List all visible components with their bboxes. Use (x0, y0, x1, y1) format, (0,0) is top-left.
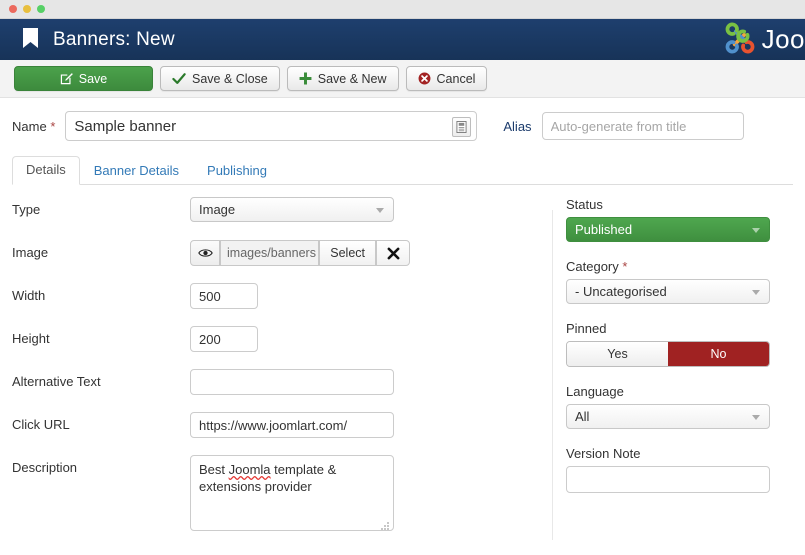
chevron-down-icon (376, 208, 384, 213)
category-required-marker: * (622, 259, 627, 274)
tab-publishing[interactable]: Publishing (193, 157, 281, 185)
chevron-down-icon (752, 228, 760, 233)
sidebar-group-version-note: Version Note (566, 446, 781, 493)
app-header: Banners: New Joo (0, 19, 805, 60)
save-and-new-button[interactable]: Save & New (287, 66, 399, 91)
image-field-group: images/banners Select (190, 240, 410, 266)
close-x-icon[interactable] (376, 240, 410, 266)
name-input[interactable] (65, 111, 477, 141)
toolbar: Save Save & Close Save & New Cancel (0, 60, 805, 98)
page-title: Banners: New (53, 29, 175, 51)
field-row-alt-text: Alternative Text (12, 369, 566, 412)
chevron-down-icon (752, 290, 760, 295)
article-icon[interactable] (452, 117, 471, 137)
save-button[interactable]: Save (14, 66, 153, 91)
field-row-type: Type Image (12, 197, 566, 240)
language-select[interactable]: All (566, 404, 770, 429)
name-label-text: Name (12, 119, 47, 134)
name-row: Name * Alias (0, 98, 805, 141)
type-label: Type (12, 197, 190, 217)
tab-bar: Details Banner Details Publishing (12, 156, 793, 185)
click-url-input[interactable] (190, 412, 394, 438)
plus-icon (299, 72, 312, 85)
description-textarea[interactable]: Best Joomla template & extensions provid… (190, 455, 394, 531)
alias-input[interactable] (542, 112, 744, 140)
width-input[interactable] (190, 283, 258, 309)
window-close-button[interactable] (9, 5, 17, 13)
category-label-text: Category (566, 259, 619, 274)
description-text-post: template & (271, 462, 337, 477)
description-label: Description (12, 455, 190, 475)
alt-text-label: Alternative Text (12, 369, 190, 389)
chevron-down-icon (752, 415, 760, 420)
field-row-click-url: Click URL (12, 412, 566, 455)
sidebar-group-category: Category * - Uncategorised (566, 259, 781, 304)
alias-label: Alias (503, 119, 531, 134)
details-form: Type Image Image images/ba (12, 197, 566, 531)
version-note-input[interactable] (566, 466, 770, 493)
pinned-yes-option[interactable]: Yes (567, 342, 668, 366)
edit-pencil-icon (60, 72, 73, 85)
window-minimize-button[interactable] (23, 5, 31, 13)
height-input[interactable] (190, 326, 258, 352)
eye-icon[interactable] (190, 240, 220, 266)
sidebar-group-pinned: Pinned Yes No (566, 321, 781, 367)
image-path-value[interactable]: images/banners (220, 240, 319, 266)
pinned-label: Pinned (566, 321, 781, 336)
height-label: Height (12, 326, 190, 346)
sidebar-group-status: Status Published (566, 197, 781, 242)
sidebar-panel: Status Published Category * - Uncategori… (566, 197, 781, 531)
brand-text: Joo (762, 24, 805, 55)
category-select[interactable]: - Uncategorised (566, 279, 770, 304)
image-label: Image (12, 240, 190, 260)
type-select-value: Image (199, 202, 235, 217)
bookmark-icon (22, 27, 39, 52)
description-text-pre: Best (199, 462, 229, 477)
alt-text-input[interactable] (190, 369, 394, 395)
tab-details[interactable]: Details (12, 156, 80, 185)
sidebar-group-language: Language All (566, 384, 781, 429)
check-icon (172, 73, 186, 85)
pinned-no-option[interactable]: No (668, 342, 769, 366)
joomla-brand: Joo (723, 19, 805, 60)
type-select[interactable]: Image (190, 197, 394, 222)
status-select[interactable]: Published (566, 217, 770, 242)
window-maximize-button[interactable] (37, 5, 45, 13)
field-row-width: Width (12, 283, 566, 326)
resize-grip-icon[interactable] (381, 518, 390, 527)
cancel-button[interactable]: Cancel (406, 66, 488, 91)
version-note-label: Version Note (566, 446, 781, 461)
name-label: Name * (12, 119, 55, 134)
sidebar-divider (552, 210, 553, 540)
cancel-button-label: Cancel (437, 72, 476, 86)
width-label: Width (12, 283, 190, 303)
tab-banner-details[interactable]: Banner Details (80, 157, 193, 185)
field-row-height: Height (12, 326, 566, 369)
category-select-value: - Uncategorised (575, 284, 667, 299)
save-and-close-button[interactable]: Save & Close (160, 66, 280, 91)
category-label: Category * (566, 259, 781, 274)
field-row-description: Description Best Joomla template & exten… (12, 455, 566, 531)
save-and-new-label: Save & New (318, 72, 387, 86)
name-field-wrapper (65, 111, 477, 141)
pinned-toggle: Yes No (566, 341, 770, 367)
language-select-value: All (575, 409, 589, 424)
save-button-label: Save (79, 72, 108, 86)
cancel-circle-icon (418, 72, 431, 85)
joomla-logo-icon (723, 21, 757, 58)
status-label: Status (566, 197, 781, 212)
save-and-close-label: Save & Close (192, 72, 268, 86)
field-row-image: Image images/banners Select (12, 240, 566, 283)
name-required-marker: * (50, 119, 55, 134)
window-titlebar (0, 0, 805, 19)
description-misspelled-word: Joomla (229, 462, 271, 477)
status-select-value: Published (575, 222, 632, 237)
language-label: Language (566, 384, 781, 399)
content-area: Type Image Image images/ba (0, 185, 805, 531)
description-text-line2: extensions provider (199, 479, 312, 494)
click-url-label: Click URL (12, 412, 190, 432)
image-select-button[interactable]: Select (319, 240, 376, 266)
